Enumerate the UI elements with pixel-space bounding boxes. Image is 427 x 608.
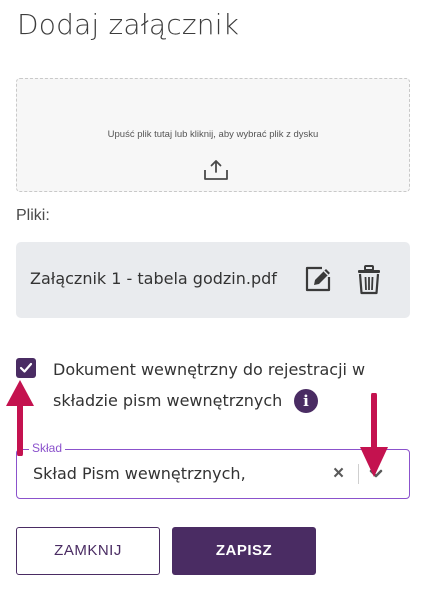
clear-icon[interactable]: × [333,463,344,485]
trash-icon[interactable] [357,265,381,295]
upload-icon [204,160,228,180]
arrow-down-annotation [360,393,388,477]
checkmark-icon [19,362,33,373]
register-select[interactable]: Skład Skład Pism wewnętrznych, × [16,441,410,499]
save-button[interactable]: ZAPISZ [172,527,316,575]
edit-icon[interactable] [304,265,332,293]
arrow-up-annotation [6,380,34,456]
dialog-title: Dodaj załącznik [17,8,240,41]
internal-document-checkbox[interactable] [16,358,36,378]
select-value: Skład Pism wewnętrznych, [33,464,246,483]
dropzone-text: Upuść plik tutaj lub kliknij, aby wybrać… [107,129,319,140]
file-name: Załącznik 1 - tabela godzin.pdf [30,269,277,288]
internal-document-label[interactable]: Dokument wewnętrzny do rejestracji w skł… [53,354,393,416]
file-dropzone[interactable]: Upuść plik tutaj lub kliknij, aby wybrać… [16,78,410,192]
info-icon[interactable]: i [294,389,318,413]
close-button[interactable]: ZAMKNIJ [16,527,160,575]
files-label: Pliki: [16,207,50,224]
file-list-item: Załącznik 1 - tabela godzin.pdf [16,242,410,318]
